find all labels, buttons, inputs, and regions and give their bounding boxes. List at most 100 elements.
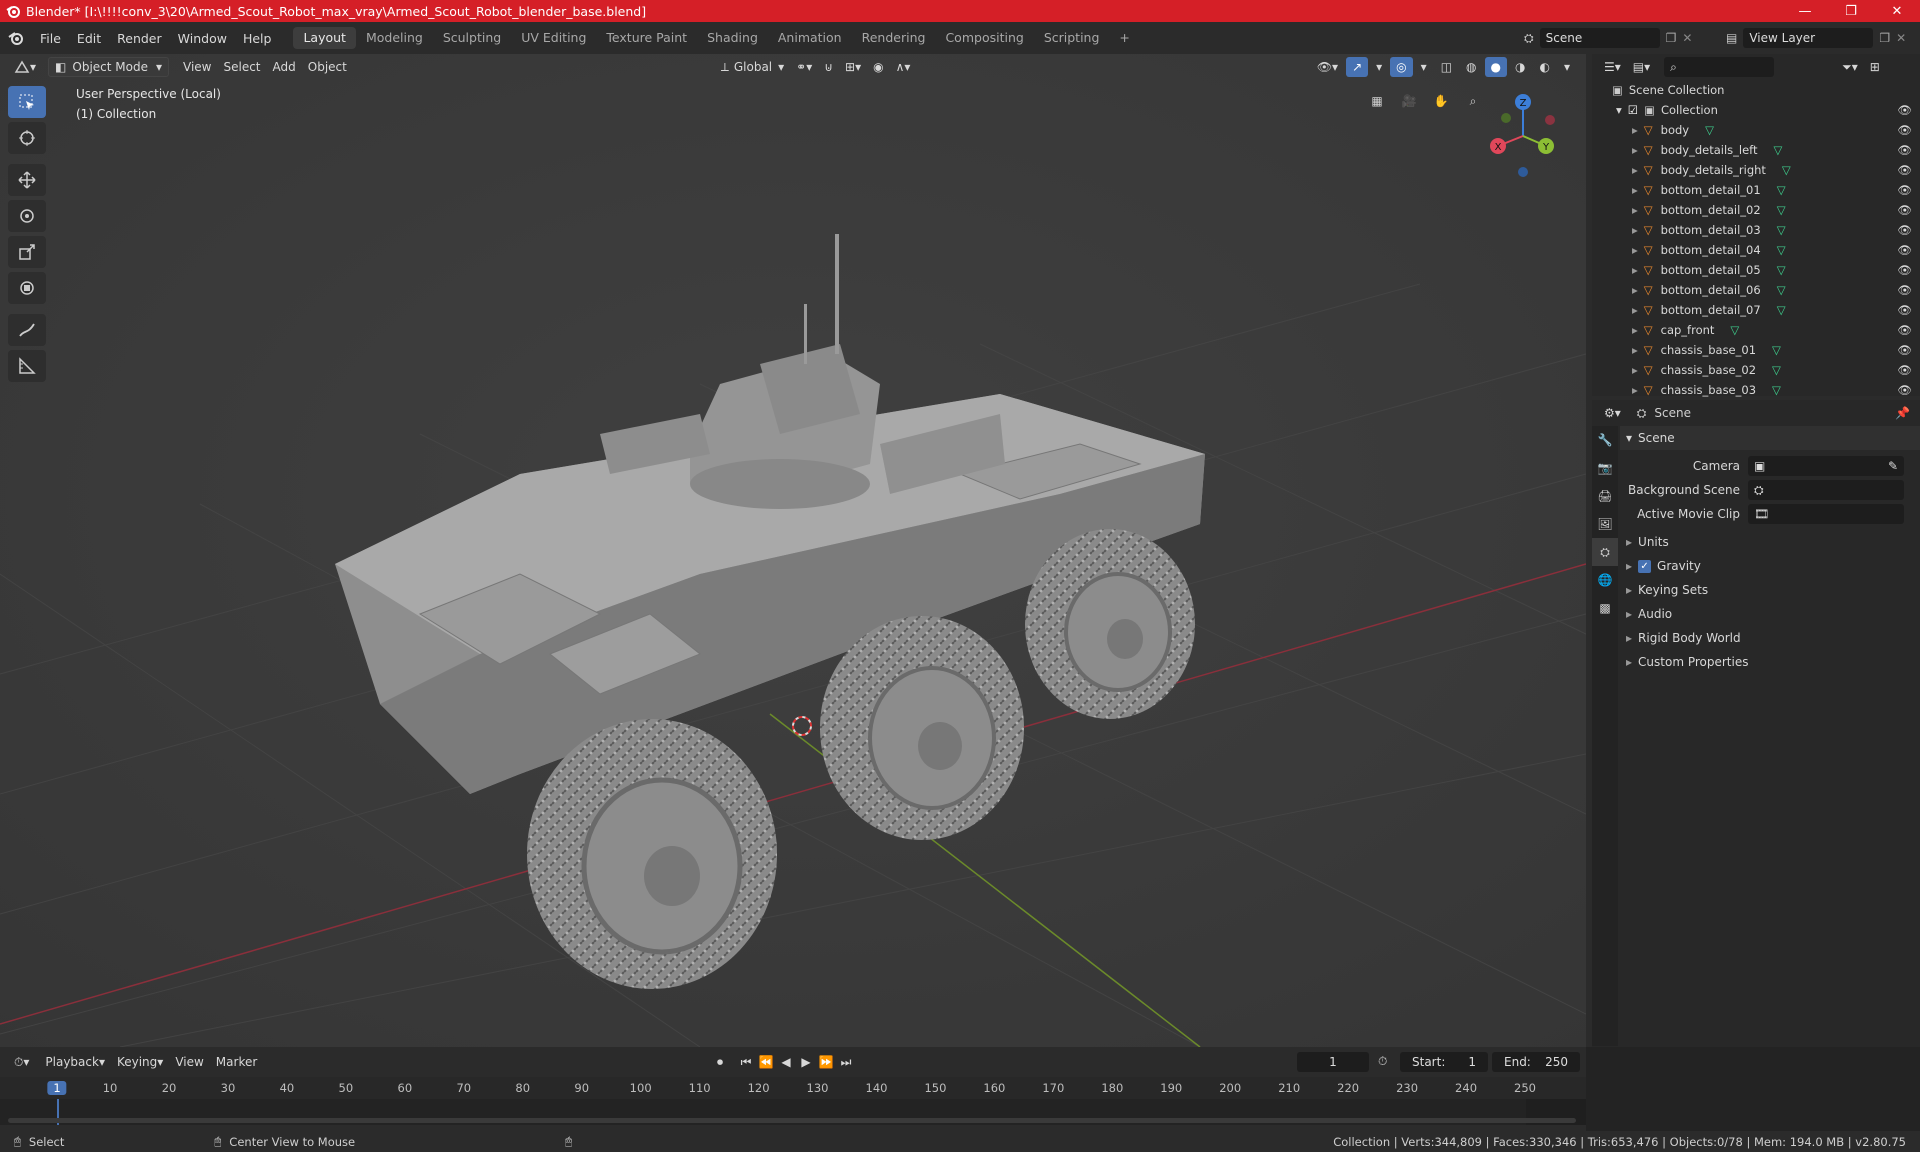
collection-checkbox[interactable]: ☑ xyxy=(1628,103,1638,117)
eye-icon[interactable]: 👁 xyxy=(1897,243,1912,257)
snap-icon[interactable]: ⊍ xyxy=(818,57,839,77)
timeline-track[interactable] xyxy=(0,1099,1586,1125)
blender-menu-icon[interactable] xyxy=(8,30,24,46)
viewport-menu-view[interactable]: View xyxy=(177,57,217,77)
menu-render[interactable]: Render xyxy=(109,31,170,46)
mesh-data-icon[interactable]: ▽ xyxy=(1705,123,1714,137)
outliner-editor-icon[interactable]: ☰▾ xyxy=(1598,57,1627,77)
expand-icon[interactable]: ▸ xyxy=(1632,203,1638,217)
mesh-data-icon[interactable]: ▽ xyxy=(1774,143,1783,157)
tab-scripting[interactable]: Scripting xyxy=(1034,27,1110,49)
world-tab-icon[interactable]: 🌐 xyxy=(1592,566,1618,594)
timeline-menu-keying[interactable]: Keying ▾ xyxy=(111,1052,169,1072)
visibility-icon[interactable]: 👁▾ xyxy=(1311,57,1344,77)
play-icon[interactable]: ▶ xyxy=(796,1052,816,1072)
properties-section[interactable]: ▸ Rigid Body World xyxy=(1620,626,1920,650)
outliner-object-row[interactable]: ▸ ▽ body_details_right ▽ 👁 xyxy=(1592,160,1920,180)
eye-icon[interactable]: 👁 xyxy=(1897,123,1912,137)
measure-tool[interactable] xyxy=(8,350,46,382)
menu-edit[interactable]: Edit xyxy=(69,31,109,46)
end-frame-field[interactable]: End: 250 xyxy=(1492,1052,1580,1072)
pin-icon[interactable]: 📌 xyxy=(1895,406,1910,420)
mesh-data-icon[interactable]: ▽ xyxy=(1730,323,1739,337)
menu-window[interactable]: Window xyxy=(170,31,235,46)
navigation-gizmo[interactable]: Z X Y xyxy=(1478,88,1568,178)
background-scene-field[interactable]: ⛭ xyxy=(1748,480,1904,500)
scene-selector[interactable]: Scene xyxy=(1539,28,1660,48)
eyedropper-icon[interactable]: ✎ xyxy=(1888,459,1898,473)
outliner-object-row[interactable]: ▸ ▽ bottom_detail_07 ▽ 👁 xyxy=(1592,300,1920,320)
camera-view-icon[interactable]: 🎥 xyxy=(1396,88,1422,114)
eye-icon[interactable]: 👁 xyxy=(1897,343,1912,357)
expand-icon[interactable]: ▸ xyxy=(1632,303,1638,317)
view-layer-selector[interactable]: View Layer xyxy=(1743,28,1874,48)
mesh-data-icon[interactable]: ▽ xyxy=(1777,263,1786,277)
overlay-toggle-icon[interactable]: ◎ xyxy=(1390,57,1413,77)
tab-sculpting[interactable]: Sculpting xyxy=(433,27,511,49)
snap-target-icon[interactable]: ⊞▾ xyxy=(839,57,867,77)
expand-icon[interactable]: ▸ xyxy=(1632,163,1638,177)
expand-icon[interactable]: ▸ xyxy=(1632,143,1638,157)
falloff-icon[interactable]: ∧▾ xyxy=(890,57,917,77)
mesh-data-icon[interactable]: ▽ xyxy=(1777,183,1786,197)
eye-icon[interactable]: 👁 xyxy=(1897,383,1912,397)
camera-field[interactable]: ▣ ✎ xyxy=(1748,456,1904,476)
cursor-tool[interactable] xyxy=(8,122,46,154)
delete-view-layer-icon[interactable]: ✕ xyxy=(1896,31,1906,45)
output-tab-icon[interactable]: 🖨 xyxy=(1592,482,1618,510)
outliner-object-row[interactable]: ▸ ▽ body_details_left ▽ 👁 xyxy=(1592,140,1920,160)
tab-layout[interactable]: Layout xyxy=(293,27,356,49)
material-shading-icon[interactable]: ◑ xyxy=(1509,57,1531,77)
rotate-tool[interactable] xyxy=(8,200,46,232)
expand-icon[interactable]: ▸ xyxy=(1632,183,1638,197)
viewport-menu-object[interactable]: Object xyxy=(302,57,353,77)
section-checkbox[interactable]: ✓ xyxy=(1638,559,1652,573)
tab-animation[interactable]: Animation xyxy=(768,27,852,49)
overlay-options-icon[interactable]: ▾ xyxy=(1415,57,1433,77)
view-layer-tab-icon[interactable]: 🖼 xyxy=(1592,510,1618,538)
timeline-menu-marker[interactable]: Marker xyxy=(210,1052,263,1072)
next-keyframe-icon[interactable]: ⏩ xyxy=(816,1052,836,1072)
move-tool[interactable] xyxy=(8,164,46,196)
outliner-object-row[interactable]: ▸ ▽ bottom_detail_06 ▽ 👁 xyxy=(1592,280,1920,300)
properties-section[interactable]: ▸ Custom Properties xyxy=(1620,650,1920,674)
outliner-collection[interactable]: ▾ ☑ ▣ Collection 👁 xyxy=(1592,100,1920,120)
eye-icon[interactable]: 👁 xyxy=(1897,183,1912,197)
filter-icon[interactable]: ⏷▾ xyxy=(1836,57,1864,77)
delete-scene-icon[interactable]: ✕ xyxy=(1682,31,1692,45)
start-frame-field[interactable]: Start: 1 xyxy=(1400,1052,1488,1072)
jump-end-icon[interactable]: ⏭ xyxy=(836,1052,856,1072)
prev-keyframe-icon[interactable]: ⏪ xyxy=(756,1052,776,1072)
eye-icon[interactable]: 👁 xyxy=(1897,223,1912,237)
new-view-layer-icon[interactable]: ❐ xyxy=(1879,31,1890,45)
current-frame-field[interactable]: 1 xyxy=(1297,1052,1369,1072)
outliner-scene-collection[interactable]: ▣ Scene Collection xyxy=(1592,80,1920,100)
eye-icon[interactable]: 👁 xyxy=(1897,303,1912,317)
eye-icon[interactable]: 👁 xyxy=(1897,143,1912,157)
eye-icon[interactable]: 👁 xyxy=(1897,103,1912,117)
expand-icon[interactable]: ▸ xyxy=(1632,223,1638,237)
render-tab-icon[interactable]: 📷 xyxy=(1592,454,1618,482)
editor-type-button[interactable]: ▾ xyxy=(8,57,42,77)
viewport-menu-select[interactable]: Select xyxy=(217,57,266,77)
outliner-object-row[interactable]: ▸ ▽ chassis_base_03 ▽ 👁 xyxy=(1592,380,1920,400)
stopwatch-icon[interactable]: ⏱ xyxy=(1378,1054,1387,1069)
scene-tab-icon[interactable]: ⛭ xyxy=(1592,538,1618,566)
outliner-object-row[interactable]: ▸ ▽ bottom_detail_04 ▽ 👁 xyxy=(1592,240,1920,260)
wireframe-shading-icon[interactable]: ◍ xyxy=(1460,57,1482,77)
eye-icon[interactable]: 👁 xyxy=(1897,163,1912,177)
pan-hand-icon[interactable]: ✋ xyxy=(1428,88,1454,114)
pivot-point-icon[interactable]: ⚭▾ xyxy=(790,57,818,77)
mesh-data-icon[interactable]: ▽ xyxy=(1777,283,1786,297)
record-icon[interactable]: ⏺ xyxy=(710,1052,730,1072)
3d-viewport[interactable]: ▾ ◧ Object Mode ▾ View Select Add Object… xyxy=(0,54,1586,1047)
eye-icon[interactable]: 👁 xyxy=(1897,323,1912,337)
expand-icon[interactable]: ▸ xyxy=(1632,363,1638,377)
mesh-data-icon[interactable]: ▽ xyxy=(1772,383,1781,397)
outliner-object-row[interactable]: ▸ ▽ bottom_detail_05 ▽ 👁 xyxy=(1592,260,1920,280)
outliner-search-input[interactable]: ⌕ xyxy=(1664,57,1775,77)
tab-shading[interactable]: Shading xyxy=(697,27,768,49)
active-movie-clip-field[interactable]: 🎞 xyxy=(1748,504,1904,524)
tab-uv-editing[interactable]: UV Editing xyxy=(511,27,596,49)
scale-tool[interactable] xyxy=(8,236,46,268)
